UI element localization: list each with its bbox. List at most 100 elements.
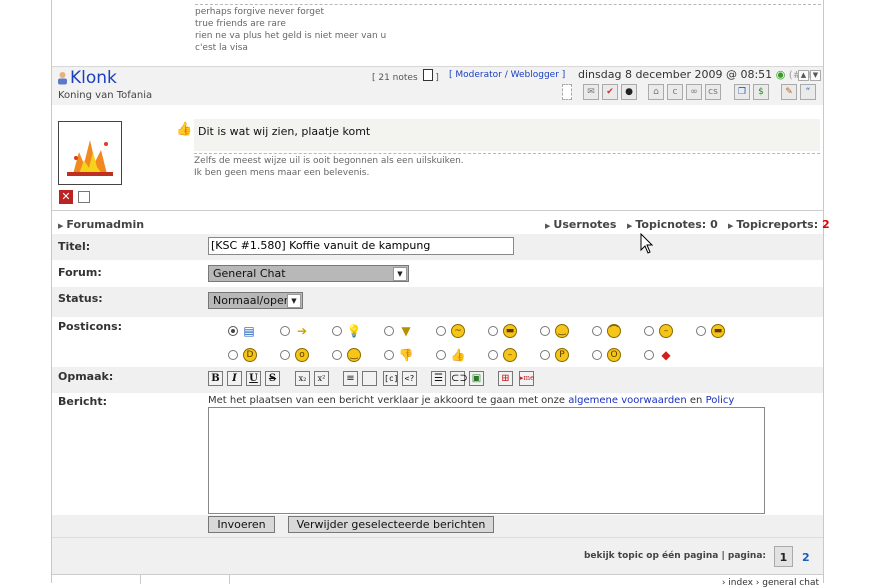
delete-post-icon[interactable]: ✕ <box>59 190 73 204</box>
posticon-radio[interactable] <box>644 350 654 360</box>
record-icon[interactable]: ● <box>621 84 637 100</box>
link-icon[interactable]: ⊂⊃ <box>450 371 468 386</box>
posticon-radio[interactable] <box>332 350 342 360</box>
align-center-icon[interactable]: ≡ <box>343 371 358 386</box>
terms-link[interactable]: algemene voorwaarden <box>568 395 686 406</box>
lightbulb-posticon-icon: 💡 <box>346 324 362 338</box>
titel-input[interactable]: [KSC #1.580] Koffie vanuit de kampung <box>208 237 514 255</box>
topicnotes-count: 0 <box>710 218 718 231</box>
bottom-nav-links[interactable]: › index › general chat <box>722 578 819 588</box>
confused-smiley-icon: ~ <box>451 324 465 338</box>
neutral-smiley-icon: – <box>659 324 673 338</box>
user-notes-link[interactable]: [ 21 notes ] <box>372 69 439 83</box>
titel-label: Titel: <box>58 240 91 253</box>
posticon-radio[interactable] <box>436 350 446 360</box>
user-status-icon <box>562 84 572 100</box>
posticon-radio[interactable] <box>436 326 446 336</box>
posticons-row: Posticons: ▤ ➔ 💡 ▼ ~ ▬ ‿ ⌒ – ▬ D o ‿ 👎 👍… <box>52 317 823 367</box>
underline-button[interactable]: U <box>246 371 261 386</box>
posticon-radio[interactable] <box>540 326 550 336</box>
window-icon[interactable]: ❐ <box>734 84 750 100</box>
smile-smiley-icon: ‿ <box>555 324 569 338</box>
warning-posticon-icon: ▼ <box>401 324 411 338</box>
italic-button[interactable]: I <box>227 371 242 386</box>
delete-selected-button[interactable]: Verwijder geselecteerde berichten <box>288 516 494 533</box>
posticon-radio[interactable] <box>280 326 290 336</box>
submit-button[interactable]: Invoeren <box>208 516 275 533</box>
notes-count: [ 21 notes <box>372 73 418 83</box>
me-icon[interactable]: ▸me <box>519 371 534 386</box>
superscript-button[interactable]: x² <box>314 371 329 386</box>
status-select[interactable]: Normaal/open ▼ <box>208 292 303 309</box>
message-textarea[interactable] <box>208 407 765 514</box>
subscript-button[interactable]: x₂ <box>295 371 310 386</box>
reply-bird-icon[interactable]: ✔ <box>602 84 618 100</box>
status-label: Status: <box>58 292 103 305</box>
posticon-radio[interactable] <box>592 350 602 360</box>
sad-smiley-icon: ⌒ <box>607 324 621 338</box>
image-icon[interactable]: ▣ <box>469 371 484 386</box>
html-button[interactable]: <? <box>402 371 417 386</box>
posticon-radio[interactable] <box>488 350 498 360</box>
triangle-icon: ▶ <box>58 222 64 230</box>
post-message-text: Dit is wat wij zien, plaatje komt <box>198 125 371 138</box>
notes-bracket: ] <box>435 73 439 83</box>
edit-icon[interactable]: ✎ <box>781 84 797 100</box>
username-link[interactable]: Klonk <box>70 68 117 88</box>
link-icon[interactable]: ∞ <box>686 84 702 100</box>
moderator-weblogger-link[interactable]: [ Moderator / Weblogger ] <box>449 70 565 80</box>
post-message: Dit is wat wij zien, plaatje komt <box>194 119 820 151</box>
posticon-radio[interactable] <box>332 326 342 336</box>
avatar[interactable] <box>58 121 122 185</box>
signature-line: c'est la visa <box>195 43 248 53</box>
forum-row: Forum: General Chat ▼ <box>52 261 823 287</box>
posticon-radio[interactable] <box>280 350 290 360</box>
arrow-up-icon[interactable]: ▲ <box>798 70 809 81</box>
mail-icon[interactable]: ✉ <box>583 84 599 100</box>
signature-line: Ik ben geen mens maar een belevenis. <box>194 168 370 178</box>
bericht-row: Bericht: Met het plaatsen van een berich… <box>52 393 823 515</box>
home-icon[interactable]: ⌂ <box>648 84 664 100</box>
arrow-down-icon[interactable]: ▼ <box>810 70 821 81</box>
select-post-checkbox[interactable] <box>78 191 90 203</box>
page-break-icon[interactable]: ⊞ <box>498 371 513 386</box>
quote-icon[interactable]: “ <box>800 84 816 100</box>
list-icon[interactable]: ☰ <box>431 371 446 386</box>
code-button[interactable]: [c] <box>383 371 398 386</box>
usernotes-link[interactable]: ▶ Usernotes <box>545 218 616 231</box>
post-header: Klonk Koning van Tofania [ 21 notes ] [ … <box>52 66 823 105</box>
posticon-radio[interactable] <box>384 326 394 336</box>
topicnotes-link[interactable]: ▶ Topicnotes: 0 <box>627 218 718 231</box>
chevron-down-icon: ▼ <box>393 267 407 281</box>
cs-icon[interactable]: cs <box>705 84 721 100</box>
posticon-radio[interactable] <box>488 326 498 336</box>
topicreports-link[interactable]: ▶ Topicreports: 2 <box>728 218 830 231</box>
titel-row: Titel: [KSC #1.580] Koffie vanuit de kam… <box>52 234 823 260</box>
status-select-value: Normaal/open <box>213 294 291 307</box>
usernotes-label: Usernotes <box>553 218 617 231</box>
bold-button[interactable]: B <box>208 371 223 386</box>
post-signature: Zelfs de meest wijze uil is ooit begonne… <box>194 153 820 178</box>
posticon-radio[interactable] <box>228 326 238 336</box>
pager-text[interactable]: bekijk topic op één pagina | pagina: <box>584 551 766 561</box>
blank-format-button[interactable] <box>362 371 377 386</box>
triangle-icon: ▶ <box>728 222 734 230</box>
forum-select[interactable]: General Chat ▼ <box>208 265 409 282</box>
strikethrough-button[interactable]: S <box>265 371 280 386</box>
c-icon[interactable]: c <box>667 84 683 100</box>
policy-link[interactable]: Policy <box>706 395 735 406</box>
bored-smiley-icon: – <box>503 348 517 362</box>
posticon-radio[interactable] <box>540 350 550 360</box>
grin-smiley-icon: D <box>243 348 257 362</box>
user-title: Koning van Tofania <box>58 90 153 101</box>
forumadmin-link[interactable]: ▶ Forumadmin <box>58 218 144 231</box>
posticon-radio[interactable] <box>644 326 654 336</box>
shocked-smiley-icon: O <box>607 348 621 362</box>
posticon-radio[interactable] <box>228 350 238 360</box>
posticon-radio[interactable] <box>696 326 706 336</box>
page-link[interactable]: 2 <box>802 551 810 564</box>
money-icon[interactable]: $ <box>753 84 769 100</box>
posticon-radio[interactable] <box>384 350 394 360</box>
eye-icon[interactable]: ◉ <box>776 68 786 81</box>
posticon-radio[interactable] <box>592 326 602 336</box>
